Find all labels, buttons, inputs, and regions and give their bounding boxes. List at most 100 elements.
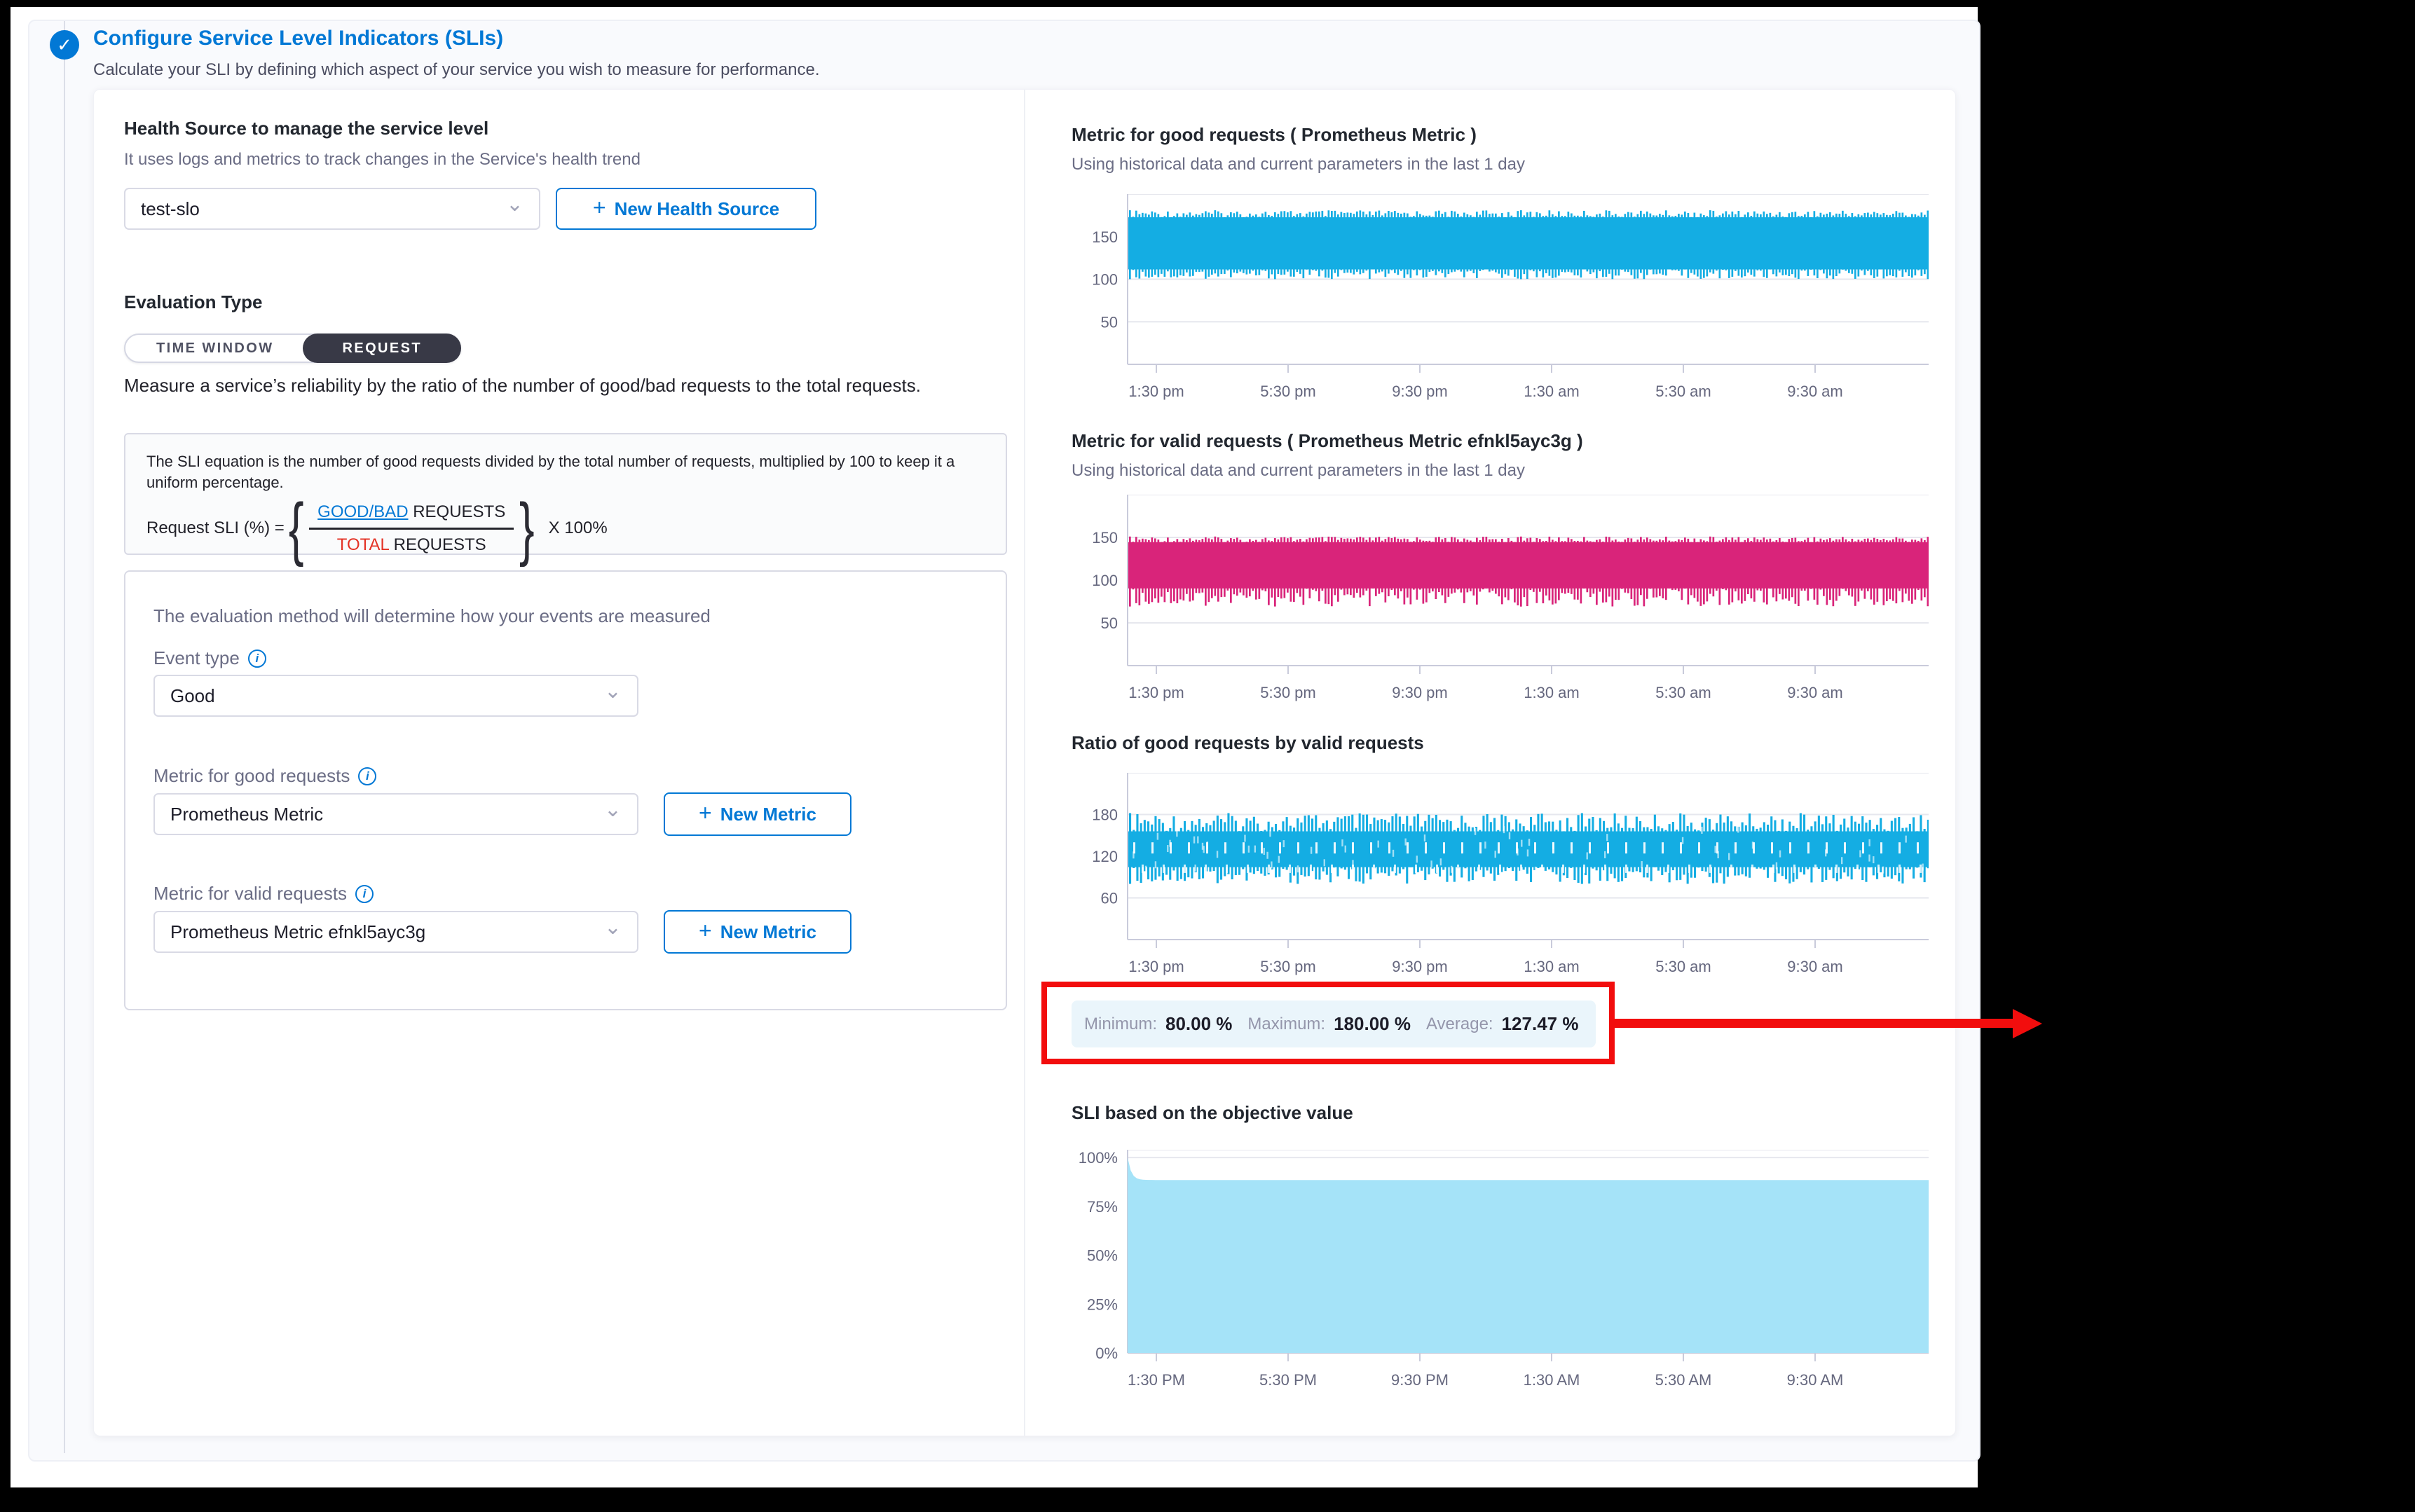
chevron-down-icon: ⌄	[604, 921, 622, 935]
valid-metric-label-text: Metric for valid requests	[153, 883, 347, 905]
svg-text:100: 100	[1092, 572, 1118, 589]
charts-column: Metric for good requests ( Prometheus Me…	[1072, 90, 1948, 1436]
brace-close: }	[519, 500, 535, 556]
highlight-rectangle	[1041, 982, 1615, 1064]
new-metric-button-valid[interactable]: + New Metric	[664, 910, 851, 954]
equation-fraction: GOOD/BAD REQUESTS TOTAL REQUESTS	[309, 502, 514, 555]
column-divider	[1024, 90, 1025, 1436]
ratio-chart: 601201801:30 pm5:30 pm9:30 pm1:30 am5:30…	[1072, 773, 1929, 987]
health-source-select[interactable]: test-slo ⌄	[124, 188, 540, 230]
svg-text:9:30 pm: 9:30 pm	[1392, 958, 1448, 975]
chart-title-sli: SLI based on the objective value	[1072, 1102, 1353, 1124]
evaluation-type-heading: Evaluation Type	[124, 291, 262, 313]
svg-text:5:30 pm: 5:30 pm	[1260, 383, 1316, 400]
valid-metric-selected-value: Prometheus Metric efnkl5ayc3g	[170, 921, 425, 943]
health-source-heading: Health Source to manage the service leve…	[124, 118, 488, 139]
svg-text:5:30 AM: 5:30 AM	[1655, 1371, 1712, 1389]
good-metric-selected-value: Prometheus Metric	[170, 804, 323, 825]
denominator-highlight: TOTAL	[337, 535, 389, 554]
svg-text:100%: 100%	[1079, 1150, 1118, 1167]
toggle-option-time-window[interactable]: TIME WINDOW	[125, 341, 304, 357]
svg-text:1:30 am: 1:30 am	[1524, 383, 1580, 400]
svg-text:1:30 PM: 1:30 PM	[1128, 1371, 1185, 1389]
evaluation-method-description: The evaluation method will determine how…	[153, 605, 711, 627]
evaluation-type-toggle: TIME WINDOW REQUEST	[124, 334, 461, 363]
form-column: Health Source to manage the service leve…	[124, 90, 1014, 1436]
svg-text:50: 50	[1101, 313, 1118, 331]
good-requests-chart: 501001501:30 pm5:30 pm9:30 pm1:30 am5:30…	[1072, 194, 1929, 411]
svg-text:1:30 pm: 1:30 pm	[1128, 684, 1184, 701]
svg-text:1:30 AM: 1:30 AM	[1524, 1371, 1580, 1389]
new-health-source-button[interactable]: + New Health Source	[556, 188, 816, 230]
chart-title-valid: Metric for valid requests ( Prometheus M…	[1072, 430, 1583, 452]
valid-metric-select[interactable]: Prometheus Metric efnkl5ayc3g ⌄	[153, 911, 638, 953]
good-metric-label: Metric for good requests i	[153, 765, 376, 787]
chevron-down-icon: ⌄	[604, 685, 622, 699]
new-metric-label: New Metric	[720, 921, 816, 943]
toggle-option-request[interactable]: REQUEST	[303, 334, 460, 363]
chart-subtitle-good: Using historical data and current parame…	[1072, 155, 1525, 174]
numerator-rest: REQUESTS	[409, 502, 506, 521]
equation-row: Request SLI (%) = { GOOD/BAD REQUESTS TO…	[146, 500, 985, 556]
info-icon[interactable]: i	[358, 767, 376, 785]
event-type-selected-value: Good	[170, 685, 215, 707]
event-type-select[interactable]: Good ⌄	[153, 675, 638, 717]
page-title: Configure Service Level Indicators (SLIs…	[93, 27, 503, 50]
svg-text:9:30 pm: 9:30 pm	[1392, 684, 1448, 701]
chevron-down-icon: ⌄	[604, 803, 622, 817]
equation-lhs: Request SLI (%) =	[146, 518, 285, 538]
svg-text:50%: 50%	[1087, 1247, 1118, 1265]
svg-text:9:30 PM: 9:30 PM	[1391, 1371, 1449, 1389]
svg-text:9:30 am: 9:30 am	[1787, 958, 1843, 975]
screenshot-canvas: ✓ Configure Service Level Indicators (SL…	[0, 0, 2415, 1512]
svg-text:9:30 am: 9:30 am	[1787, 383, 1843, 400]
svg-text:9:30 AM: 9:30 AM	[1787, 1371, 1844, 1389]
valid-requests-chart: 501001501:30 pm5:30 pm9:30 pm1:30 am5:30…	[1072, 495, 1929, 713]
health-source-row: test-slo ⌄ + New Health Source	[124, 188, 816, 230]
chart-subtitle-valid: Using historical data and current parame…	[1072, 461, 1525, 481]
svg-text:5:30 am: 5:30 am	[1655, 684, 1711, 701]
denominator-rest: REQUESTS	[389, 535, 486, 554]
numerator-highlight: GOOD/BAD	[317, 502, 408, 521]
chart-title-ratio: Ratio of good requests by valid requests	[1072, 732, 1424, 754]
svg-text:1:30 pm: 1:30 pm	[1128, 383, 1184, 400]
health-source-description: It uses logs and metrics to track change…	[124, 150, 641, 170]
arrow-shaft	[1612, 1019, 2016, 1028]
app-page: ✓ Configure Service Level Indicators (SL…	[11, 7, 1978, 1487]
svg-text:9:30 am: 9:30 am	[1787, 684, 1843, 701]
chart-title-good: Metric for good requests ( Prometheus Me…	[1072, 124, 1477, 146]
svg-text:60: 60	[1101, 890, 1118, 907]
svg-text:180: 180	[1092, 806, 1118, 824]
svg-text:75%: 75%	[1087, 1198, 1118, 1216]
valid-metric-label: Metric for valid requests i	[153, 883, 374, 905]
good-metric-label-text: Metric for good requests	[153, 765, 350, 787]
equation-numerator: GOOD/BAD REQUESTS	[309, 502, 514, 530]
svg-text:0%: 0%	[1095, 1345, 1118, 1362]
svg-text:150: 150	[1092, 228, 1118, 246]
svg-text:5:30 pm: 5:30 pm	[1260, 958, 1316, 975]
health-source-selected-value: test-slo	[141, 198, 200, 220]
check-circle-icon: ✓	[50, 30, 79, 60]
svg-text:5:30 PM: 5:30 PM	[1259, 1371, 1317, 1389]
equation-denominator: TOTAL REQUESTS	[309, 530, 514, 555]
sli-objective-chart: 0% 25% 50% 75% 100% 1:30 PM 5:30 PM 9:30 PM 1:30…	[1072, 1150, 1929, 1400]
info-icon[interactable]: i	[355, 885, 374, 903]
equation-rhs: X 100%	[549, 518, 608, 538]
sli-equation-box: The SLI equation is the number of good r…	[124, 433, 1007, 555]
svg-text:100: 100	[1092, 271, 1118, 289]
plus-icon: +	[593, 195, 606, 221]
svg-text:1:30 pm: 1:30 pm	[1128, 958, 1184, 975]
good-metric-row: Prometheus Metric ⌄ + New Metric	[153, 792, 851, 836]
svg-text:9:30 pm: 9:30 pm	[1392, 383, 1448, 400]
svg-text:5:30 am: 5:30 am	[1655, 958, 1711, 975]
info-icon[interactable]: i	[248, 650, 266, 668]
plus-icon: +	[699, 800, 712, 826]
svg-text:25%: 25%	[1087, 1295, 1118, 1313]
new-metric-button-good[interactable]: + New Metric	[664, 792, 851, 836]
page-subtitle: Calculate your SLI by defining which asp…	[93, 60, 820, 80]
svg-text:1:30 am: 1:30 am	[1524, 684, 1580, 701]
svg-text:1:30 am: 1:30 am	[1524, 958, 1580, 975]
new-health-source-label: New Health Source	[615, 198, 780, 220]
svg-text:5:30 pm: 5:30 pm	[1260, 684, 1316, 701]
good-metric-select[interactable]: Prometheus Metric ⌄	[153, 793, 638, 835]
